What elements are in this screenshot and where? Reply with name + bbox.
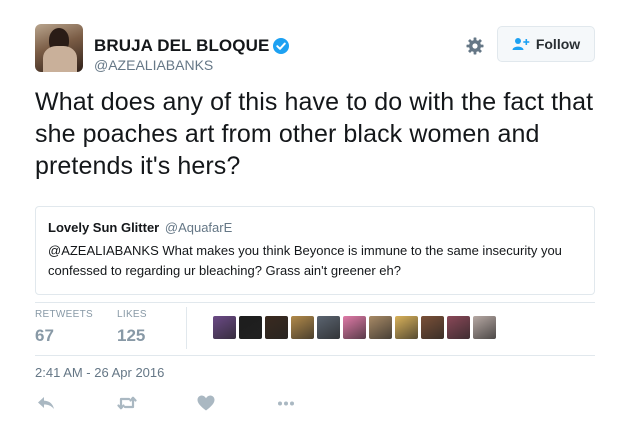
add-person-icon [512,38,530,50]
likes-label: LIKES [117,309,147,320]
liker-avatar[interactable] [473,316,496,339]
retweets-count: 67 [35,326,54,345]
liker-avatar[interactable] [213,316,236,339]
follow-button-label: Follow [535,36,581,52]
retweet-icon[interactable] [117,394,137,412]
tweet-text: What does any of this have to do with th… [35,88,594,180]
author-name-row[interactable]: BRUJA DEL BLOQUE [94,36,290,56]
quoted-author-handle: @AquafarE [164,220,233,235]
likes-count: 125 [117,326,146,345]
divider [35,355,595,356]
liker-avatar[interactable] [369,316,392,339]
heart-icon[interactable] [196,394,216,412]
divider [35,302,595,303]
liker-avatar[interactable] [343,316,366,339]
follow-button[interactable]: Follow [497,26,595,62]
quoted-author-name: Lovely Sun Glitter [48,220,160,235]
liker-avatar[interactable] [239,316,262,339]
author-name[interactable]: BRUJA DEL BLOQUE [94,36,269,56]
stats-separator [186,307,187,349]
liker-avatar[interactable] [317,316,340,339]
more-icon[interactable] [276,394,296,412]
liker-avatars [213,316,496,339]
quoted-tweet-text: @AZEALIABANKS What makes you think Beyon… [48,243,562,278]
author-avatar[interactable] [35,24,83,72]
retweets-stat[interactable]: RETWEETS 67 [35,309,93,346]
gear-icon[interactable] [465,36,485,56]
author-handle[interactable]: @AZEALIABANKS [94,57,213,73]
likes-stat[interactable]: LIKES 125 [117,309,147,346]
liker-avatar[interactable] [421,316,444,339]
liker-avatar[interactable] [395,316,418,339]
liker-avatar[interactable] [291,316,314,339]
reply-icon[interactable] [36,394,56,412]
quoted-tweet-header: Lovely Sun Glitter @AquafarE [48,220,582,235]
retweets-label: RETWEETS [35,309,93,320]
verified-badge-icon [273,38,290,54]
liker-avatar[interactable] [447,316,470,339]
tweet-timestamp[interactable]: 2:41 AM - 26 Apr 2016 [35,365,164,380]
quoted-tweet[interactable]: Lovely Sun Glitter @AquafarE @AZEALIABAN… [35,206,595,295]
liker-avatar[interactable] [265,316,288,339]
